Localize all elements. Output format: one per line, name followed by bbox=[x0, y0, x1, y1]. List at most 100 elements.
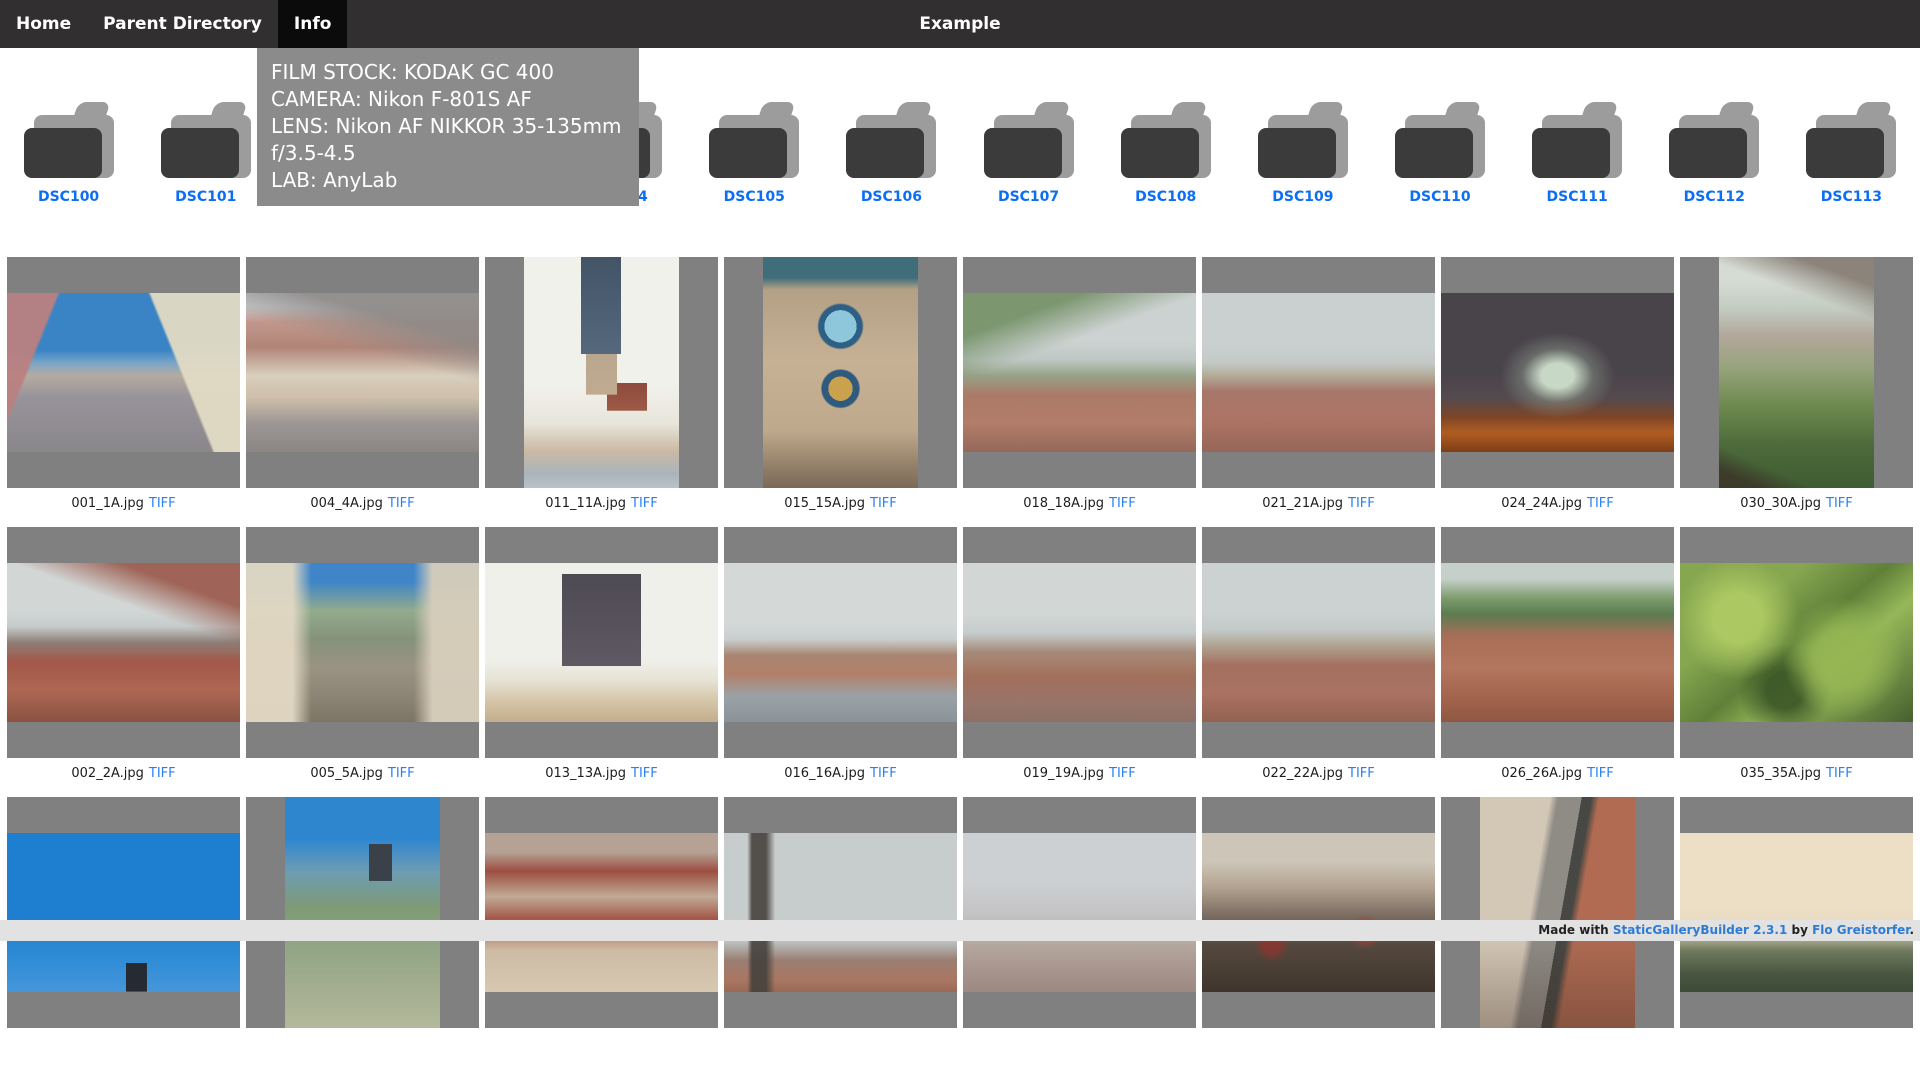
folder-icon bbox=[1121, 102, 1211, 178]
photo-thumbnail bbox=[7, 833, 240, 992]
photo-link[interactable] bbox=[1680, 527, 1913, 758]
tiff-link[interactable]: TIFF bbox=[1826, 766, 1853, 781]
nav-item-home[interactable]: Home bbox=[0, 0, 87, 48]
folder-label: DSC100 bbox=[38, 189, 99, 205]
gallery-cell: 024_24A.jpg TIFF bbox=[1441, 257, 1674, 527]
photo-link[interactable] bbox=[246, 257, 479, 488]
folder-label: DSC101 bbox=[175, 189, 236, 205]
top-navbar: Home Parent Directory Info Example bbox=[0, 0, 1920, 48]
folder-icon bbox=[1669, 102, 1759, 178]
gallery-cell: 011_11A.jpgTIFF bbox=[485, 257, 718, 527]
photo-filename: 035_35A.jpg bbox=[1740, 766, 1821, 781]
folder-label: DSC107 bbox=[998, 189, 1059, 205]
photo-link[interactable] bbox=[7, 257, 240, 488]
tiff-link[interactable]: TIFF bbox=[149, 766, 176, 781]
folder-item[interactable]: DSC100 bbox=[0, 102, 137, 205]
folder-item[interactable]: DSC112 bbox=[1646, 102, 1783, 205]
photo-caption: 013_13A.jpgTIFF bbox=[485, 758, 718, 797]
photo-link[interactable] bbox=[7, 797, 240, 1028]
photo-link[interactable] bbox=[963, 527, 1196, 758]
footer-author-link[interactable]: Flo Greistorfer bbox=[1812, 923, 1909, 937]
photo-link[interactable] bbox=[246, 527, 479, 758]
photo-caption: 005_5A.jpg TIFF bbox=[246, 758, 479, 797]
photo-thumbnail bbox=[1202, 833, 1435, 992]
folder-item[interactable]: DSC108 bbox=[1097, 102, 1234, 205]
photo-thumbnail bbox=[485, 833, 718, 992]
folder-icon bbox=[984, 102, 1074, 178]
photo-link[interactable] bbox=[1202, 257, 1435, 488]
folder-item[interactable]: DSC110 bbox=[1371, 102, 1508, 205]
tooltip-line-lens: LENS: Nikon AF NIKKOR 35-135mm f/3.5-4.5 bbox=[271, 113, 625, 167]
gallery-cell: 022_22A.jpg TIFF bbox=[1202, 527, 1435, 797]
tiff-link[interactable]: TIFF bbox=[388, 496, 415, 511]
nav-item-info[interactable]: Info bbox=[278, 0, 348, 48]
folder-item[interactable]: DSC111 bbox=[1509, 102, 1646, 205]
photo-filename: 022_22A.jpg bbox=[1262, 766, 1343, 781]
tooltip-line-camera: CAMERA: Nikon F-801S AF bbox=[271, 86, 625, 113]
photo-link[interactable] bbox=[1441, 527, 1674, 758]
tiff-link[interactable]: TIFF bbox=[870, 496, 897, 511]
photo-link[interactable] bbox=[1441, 257, 1674, 488]
folder-item[interactable]: DSC105 bbox=[686, 102, 823, 205]
photo-filename: 002_2A.jpg bbox=[71, 766, 144, 781]
folder-label: DSC113 bbox=[1821, 189, 1882, 205]
photo-link[interactable] bbox=[724, 527, 957, 758]
folder-item[interactable]: DSC107 bbox=[960, 102, 1097, 205]
nav-item-parent-directory[interactable]: Parent Directory bbox=[87, 0, 278, 48]
photo-thumbnail bbox=[724, 833, 957, 992]
photo-filename: 001_1A.jpg bbox=[71, 496, 144, 511]
tiff-link[interactable]: TIFF bbox=[1348, 766, 1375, 781]
photo-filename: 024_24A.jpg bbox=[1501, 496, 1582, 511]
photo-link[interactable] bbox=[485, 257, 718, 488]
photo-thumbnail bbox=[1441, 563, 1674, 722]
gallery-cell: 019_19A.jpgTIFF bbox=[963, 527, 1196, 797]
folder-icon bbox=[1806, 102, 1896, 178]
photo-thumbnail bbox=[1719, 257, 1874, 488]
folder-item[interactable]: DSC113 bbox=[1783, 102, 1920, 205]
photo-link[interactable] bbox=[963, 797, 1196, 1028]
footer-period: . bbox=[1909, 923, 1914, 937]
tiff-link[interactable]: TIFF bbox=[631, 766, 658, 781]
photo-thumbnail bbox=[524, 257, 679, 488]
footer-builder-link[interactable]: StaticGalleryBuilder 2.3.1 bbox=[1613, 923, 1787, 937]
photo-link[interactable] bbox=[485, 797, 718, 1028]
tiff-link[interactable]: TIFF bbox=[1587, 496, 1614, 511]
photo-thumbnail bbox=[1680, 833, 1913, 992]
photo-caption: 021_21A.jpgTIFF bbox=[1202, 488, 1435, 527]
photo-link[interactable] bbox=[1202, 527, 1435, 758]
folder-item[interactable]: DSC109 bbox=[1234, 102, 1371, 205]
folder-label: DSC110 bbox=[1409, 189, 1470, 205]
photo-link[interactable] bbox=[963, 257, 1196, 488]
tiff-link[interactable]: TIFF bbox=[1109, 496, 1136, 511]
photo-link[interactable] bbox=[1680, 797, 1913, 1028]
folder-item[interactable]: DSC106 bbox=[823, 102, 960, 205]
photo-filename: 015_15A.jpg bbox=[784, 496, 865, 511]
photo-link[interactable] bbox=[1202, 797, 1435, 1028]
tooltip-line-film-stock: FILM STOCK: KODAK GC 400 bbox=[271, 59, 625, 86]
tiff-link[interactable]: TIFF bbox=[1826, 496, 1853, 511]
photo-link[interactable] bbox=[7, 527, 240, 758]
tiff-link[interactable]: TIFF bbox=[149, 496, 176, 511]
tiff-link[interactable]: TIFF bbox=[1348, 496, 1375, 511]
photo-link[interactable] bbox=[1680, 257, 1913, 488]
photo-caption: 016_16A.jpgTIFF bbox=[724, 758, 957, 797]
photo-caption: 035_35A.jpg TIFF bbox=[1680, 758, 1913, 797]
photo-link[interactable] bbox=[724, 257, 957, 488]
photo-link[interactable] bbox=[246, 797, 479, 1028]
tiff-link[interactable]: TIFF bbox=[388, 766, 415, 781]
tiff-link[interactable]: TIFF bbox=[1587, 766, 1614, 781]
folder-label: DSC105 bbox=[724, 189, 785, 205]
photo-caption: 002_2A.jpg TIFF bbox=[7, 758, 240, 797]
photo-link[interactable] bbox=[1441, 797, 1674, 1028]
tiff-link[interactable]: TIFF bbox=[1109, 766, 1136, 781]
folder-item[interactable]: DSC101 bbox=[137, 102, 274, 205]
photo-filename: 005_5A.jpg bbox=[310, 766, 383, 781]
photo-thumbnail bbox=[246, 563, 479, 722]
photo-link[interactable] bbox=[485, 527, 718, 758]
folder-icon bbox=[24, 102, 114, 178]
tiff-link[interactable]: TIFF bbox=[870, 766, 897, 781]
folder-label: DSC108 bbox=[1135, 189, 1196, 205]
tiff-link[interactable]: TIFF bbox=[631, 496, 658, 511]
photo-link[interactable] bbox=[724, 797, 957, 1028]
folder-icon bbox=[1395, 102, 1485, 178]
